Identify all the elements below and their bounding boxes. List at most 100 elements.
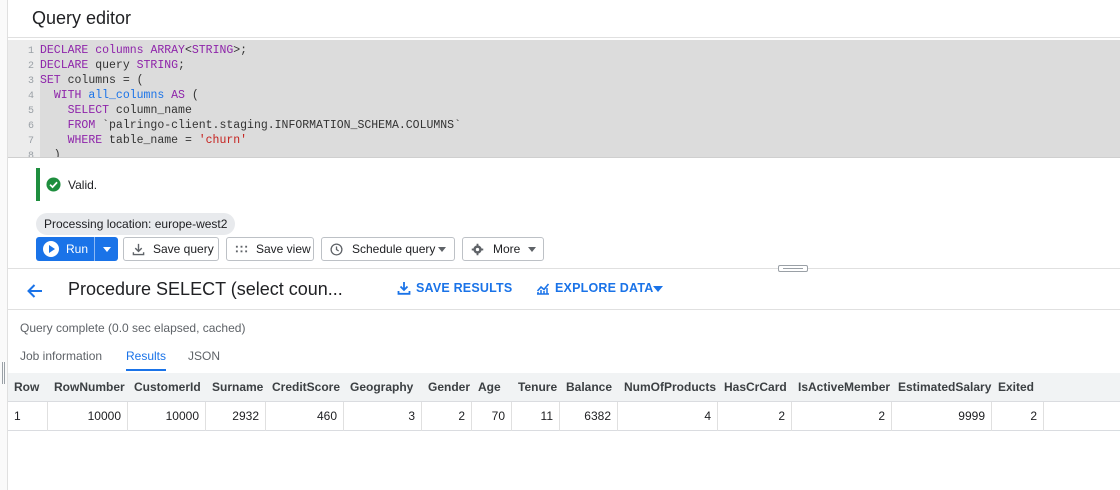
line-number: 3 [27, 76, 34, 87]
code-line: 6 FROM `palringo-client.staging.INFORMAT… [8, 118, 1120, 133]
code-line: 4 WITH all_columns AS ( [8, 88, 1120, 103]
download-icon [397, 282, 411, 295]
table-cell: 460 [266, 402, 344, 431]
save-view-button[interactable]: Save view [226, 237, 314, 261]
column-header[interactable]: IsActiveMember [792, 373, 892, 402]
column-header[interactable]: Tenure [512, 373, 560, 402]
code-token: ; [178, 59, 185, 72]
column-header[interactable]: CreditScore [266, 373, 344, 402]
column-header[interactable]: Surname [206, 373, 266, 402]
procedure-title: Procedure SELECT (select coun... [68, 279, 343, 299]
line-number: 2 [27, 61, 34, 72]
table-cell: 3 [344, 402, 422, 431]
code-token: SET [40, 74, 61, 87]
play-icon [43, 241, 59, 257]
run-label: Run [66, 242, 89, 256]
column-header[interactable]: HasCrCard [718, 373, 792, 402]
tab-results[interactable]: Results [126, 349, 167, 371]
more-label: More [493, 242, 521, 256]
arrow-left-icon[interactable] [24, 280, 46, 302]
line-number: 4 [27, 91, 34, 102]
table-cell: 70 [472, 402, 512, 431]
table-cell: 10000 [48, 402, 128, 431]
pane-divider [8, 268, 1120, 269]
chevron-down-icon [528, 247, 536, 252]
table-cell: 4 [618, 402, 718, 431]
column-header[interactable]: RowNumber [48, 373, 128, 402]
table-row: 1 10000 10000 2932 460 3 2 70 11 6382 4 2 2 9999 2 [8, 402, 1120, 431]
code-token: columns = ( [60, 74, 144, 87]
code-token: all_columns [88, 89, 165, 102]
column-header[interactable]: Gender [422, 373, 472, 402]
table-cell: 2 [992, 402, 1044, 431]
save-query-label: Save query [153, 242, 214, 256]
code-token: query [88, 59, 137, 72]
chevron-down-icon [438, 247, 446, 252]
code-line: 1 DECLARE columns ARRAY<STRING>; [8, 43, 1120, 58]
save-icon [132, 243, 145, 256]
code-token: ( [184, 89, 199, 102]
validation-text: Valid. [68, 178, 98, 192]
clock-icon [330, 243, 343, 256]
tab-json[interactable]: JSON [188, 349, 220, 371]
code-token: ARRAY [150, 44, 185, 57]
save-view-label: Save view [256, 242, 311, 256]
editor-header: Query editor [8, 0, 1120, 38]
code-token: 'churn' [198, 134, 248, 147]
column-header[interactable]: Balance [560, 373, 618, 402]
check-circle-icon [46, 177, 61, 192]
save-query-button[interactable]: Save query [123, 237, 219, 261]
code-token: FROM [67, 119, 96, 132]
code-line: 7 WHERE table_name = 'churn' [8, 133, 1120, 148]
run-button[interactable]: Run [36, 237, 118, 261]
run-dropdown-button[interactable] [94, 237, 118, 261]
column-header[interactable]: NumOfProducts [618, 373, 718, 402]
code-token: WITH [53, 89, 82, 102]
code-token: columns [95, 44, 144, 57]
table-cell: 2 [718, 402, 792, 431]
column-header[interactable]: Age [472, 373, 512, 402]
code-token: < [184, 44, 192, 57]
validation-bar: Valid. [36, 168, 1120, 201]
chevron-down-icon[interactable] [653, 286, 663, 292]
table-cell: 2932 [206, 402, 266, 431]
editor-title: Query editor [32, 8, 132, 28]
code-token: column_name [109, 104, 192, 117]
code-line: 5 SELECT column_name [8, 103, 1120, 118]
line-number: 5 [27, 106, 34, 117]
gear-icon [471, 243, 484, 256]
table-cell: 6382 [560, 402, 618, 431]
table-cell: 11 [512, 402, 560, 431]
more-button[interactable]: More [462, 237, 544, 261]
save-results-label: SAVE RESULTS [416, 281, 513, 295]
code-token: SELECT [67, 104, 110, 117]
results-tabs: Job information Results JSON [8, 345, 1120, 371]
line-number: 8 [27, 151, 34, 158]
resize-grip[interactable] [2, 362, 5, 384]
schedule-query-label: Schedule query [352, 242, 436, 256]
tab-job-information[interactable]: Job information [20, 349, 102, 371]
column-header[interactable]: Exited [992, 373, 1044, 402]
table-cell: 2 [792, 402, 892, 431]
line-number: 1 [27, 46, 34, 57]
table-header-row: Row RowNumber CustomerId Surname CreditScore… [8, 373, 1120, 402]
line-number: 6 [27, 121, 34, 132]
left-rail [0, 0, 8, 490]
code-token: table_name = [102, 134, 199, 147]
schedule-query-button[interactable]: Schedule query [321, 237, 455, 261]
code-token: STRING [136, 59, 179, 72]
code-token: ) [40, 149, 61, 158]
code-token: STRING [191, 44, 234, 57]
chart-icon [536, 283, 550, 295]
code-editor[interactable]: 1 DECLARE columns ARRAY<STRING>; 2 DECLARE … [8, 40, 1120, 158]
column-header[interactable]: EstimatedSalary [892, 373, 992, 402]
column-header[interactable]: Row [8, 373, 48, 402]
column-header[interactable]: CustomerId [128, 373, 206, 402]
processing-location-chip: Processing location: europe-west2 [36, 213, 236, 235]
table-cell: 10000 [128, 402, 206, 431]
column-header[interactable]: Geography [344, 373, 422, 402]
code-token: WHERE [67, 134, 103, 147]
